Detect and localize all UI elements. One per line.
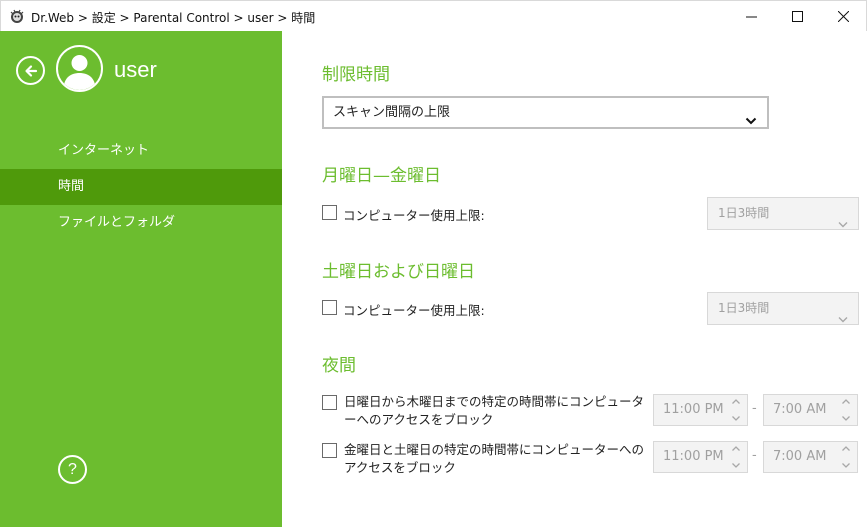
night-rule1-to-time[interactable]: 7:00 AM [763,394,858,426]
avatar [56,45,103,92]
spin-arrows-icon [841,399,851,421]
minimize-button[interactable] [728,1,774,32]
night-rule1-from-time[interactable]: 11:00 PM [653,394,748,426]
weekdays-limit-value: 1日3時間 [718,206,770,220]
weekend-limit-value: 1日3時間 [718,301,770,315]
weekend-limit-select[interactable]: 1日3時間 [707,292,859,325]
weekdays-limit-label: コンピューター使用上限: [343,208,485,223]
close-button[interactable] [820,1,866,32]
night-rule1-checkbox[interactable] [322,395,337,410]
maximize-button[interactable] [774,1,820,32]
weekdays-section-title: 月曜日—金曜日 [322,166,441,186]
help-icon: ? [68,460,77,478]
chevron-down-icon [745,107,757,136]
help-button[interactable]: ? [58,455,87,484]
sidebar-item-time[interactable]: 時間 [0,169,282,205]
night-rule2-checkbox[interactable] [322,443,337,458]
main-panel: 制限時間 スキャン間隔の上限 月曜日—金曜日 コンピューター使用上限: 1日3時… [282,31,867,527]
arrow-left-icon [24,64,37,77]
limit-section-title: 制限時間 [322,65,390,85]
night-rule1-range-separator: - [752,401,757,416]
night-rule1-to-value: 7:00 AM [773,402,827,417]
weekdays-limit-checkbox[interactable] [322,205,337,220]
sidebar-item-files-folders[interactable]: ファイルとフォルダ [0,205,282,241]
chevron-down-icon [838,304,848,335]
user-icon [63,55,96,90]
sidebar-item-internet[interactable]: インターネット [0,133,282,169]
night-section-title: 夜間 [322,356,356,376]
drweb-app-icon [9,8,25,24]
night-rule1-from-value: 11:00 PM [663,402,724,417]
weekend-limit-checkbox[interactable] [322,300,337,315]
spin-arrows-icon [841,446,851,468]
back-button[interactable] [16,56,45,85]
night-rule2-to-value: 7:00 AM [773,449,827,464]
weekend-limit-label: コンピューター使用上限: [343,303,485,318]
limit-mode-value: スキャン間隔の上限 [333,105,451,120]
night-rule2-label: 金曜日と土曜日の特定の時間帯にコンピューターへのアクセスをブロック [344,442,645,475]
window-title: Dr.Web > 設定 > Parental Control > user > … [31,11,316,25]
sidebar-nav: インターネット 時間 ファイルとフォルダ [0,133,282,241]
title-bar: Dr.Web > 設定 > Parental Control > user > … [0,0,867,31]
limit-mode-dropdown[interactable]: スキャン間隔の上限 [322,96,769,129]
night-rule2-from-time[interactable]: 11:00 PM [653,441,748,473]
weekdays-limit-select[interactable]: 1日3時間 [707,197,859,230]
chevron-down-icon [838,209,848,240]
night-rule2-range-separator: - [752,448,757,463]
user-name: user [114,57,157,82]
spin-arrows-icon [731,446,741,468]
night-rule2-from-value: 11:00 PM [663,449,724,464]
sidebar: user インターネット 時間 ファイルとフォルダ ? [0,31,282,527]
weekend-section-title: 土曜日および日曜日 [322,262,475,282]
spin-arrows-icon [731,399,741,421]
night-rule2-to-time[interactable]: 7:00 AM [763,441,858,473]
night-rule1-label: 日曜日から木曜日までの特定の時間帯にコンピューターへのアクセスをブロック [344,394,645,427]
